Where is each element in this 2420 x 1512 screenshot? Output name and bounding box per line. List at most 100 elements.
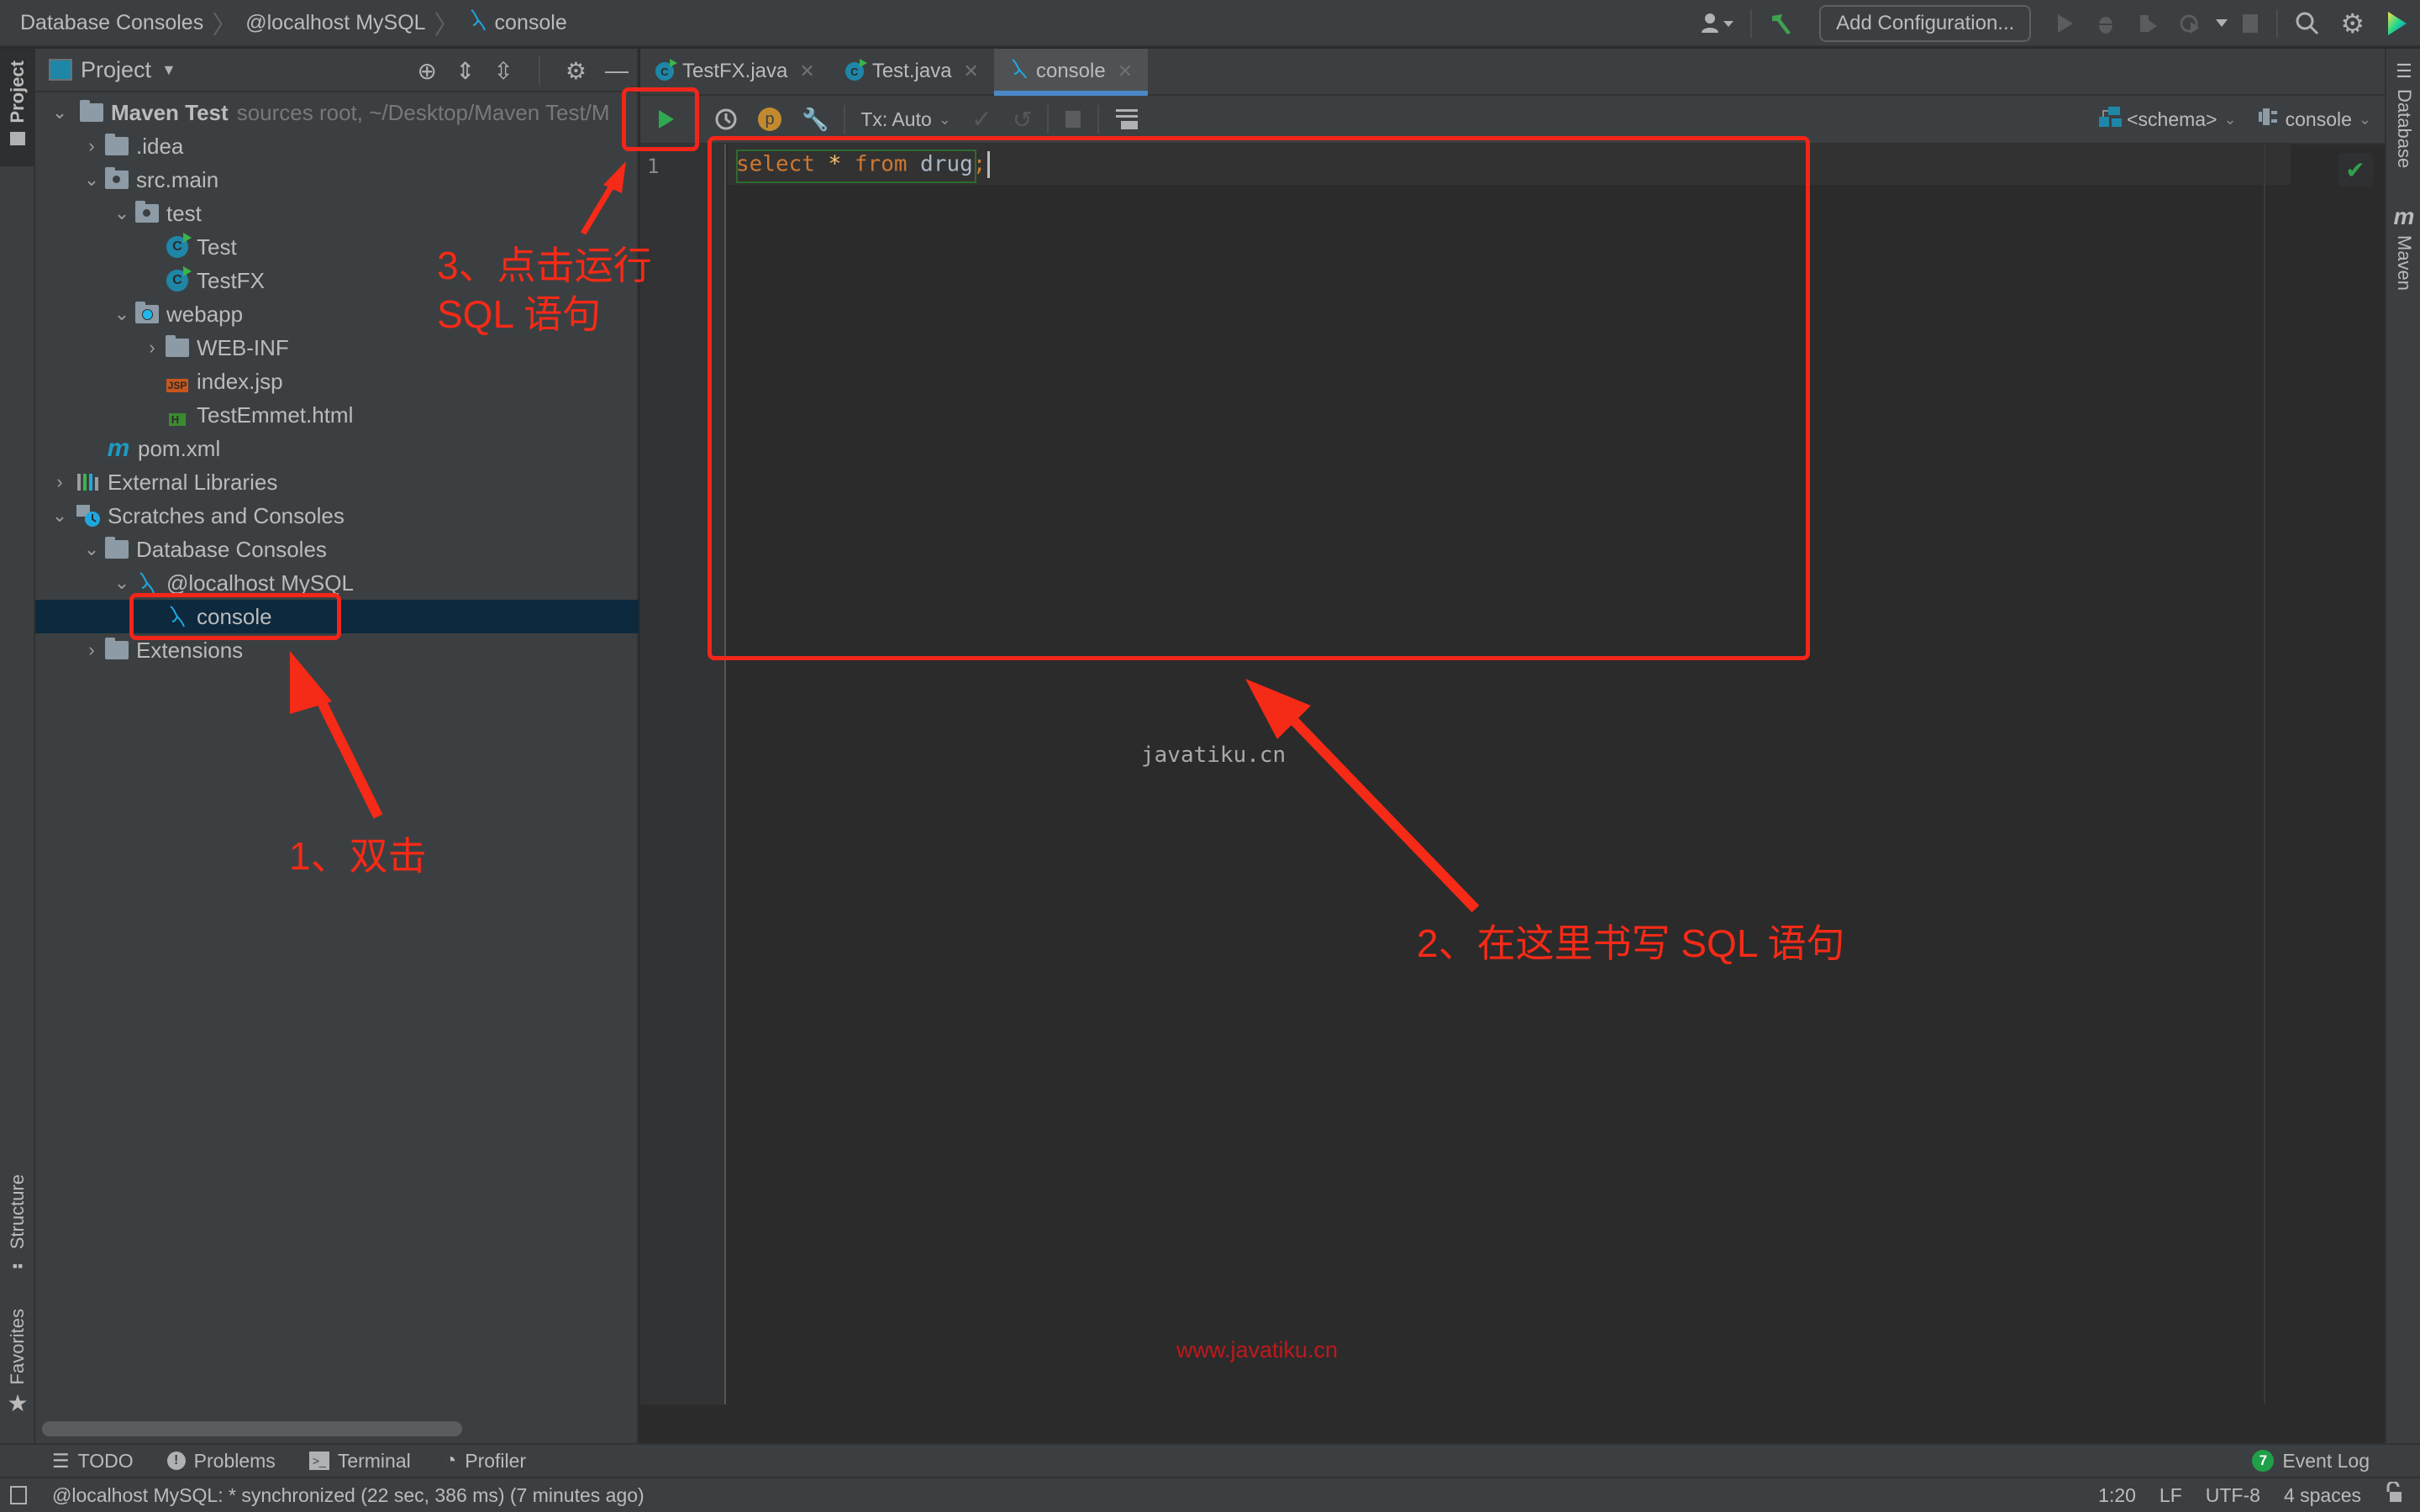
tool-tab-maven[interactable]: m Maven	[2386, 203, 2420, 291]
settings-gear-icon[interactable]: ⚙	[2330, 0, 2375, 47]
more-run-options-icon[interactable]	[2212, 0, 2231, 47]
search-icon[interactable]	[2285, 0, 2330, 47]
tree-item-test-folder[interactable]: ⌄ test	[35, 197, 639, 230]
breadcrumb-database-consoles[interactable]: Database Consoles	[20, 11, 203, 35]
collapse-all-icon[interactable]: ⇳	[493, 57, 513, 85]
chevron-right-icon[interactable]: ›	[79, 639, 104, 661]
tab-console[interactable]: console ✕	[993, 49, 1149, 96]
close-icon[interactable]: ✕	[799, 60, 814, 82]
editor-tabs: C TestFX.java ✕ C Test.java ✕ console ✕	[640, 49, 2385, 96]
separator	[1750, 9, 1753, 38]
breadcrumb-localhost-mysql[interactable]: @localhost MySQL	[245, 11, 425, 35]
separator	[1047, 105, 1050, 134]
close-icon[interactable]: ✕	[964, 60, 979, 82]
indent-settings[interactable]: 4 spaces	[2284, 1484, 2361, 1507]
select-opened-file-icon[interactable]: ⊕	[417, 57, 436, 85]
tree-item-maven-test[interactable]: ⌄ Maven Test sources root, ~/Desktop/Mav…	[35, 96, 639, 129]
chevron-right-icon[interactable]: ›	[139, 337, 165, 359]
tree-item-testemmet-html[interactable]: H TestEmmet.html	[35, 398, 639, 432]
line-separator[interactable]: LF	[2160, 1484, 2182, 1507]
run-icon[interactable]	[2046, 0, 2085, 47]
tree-item-label: Maven Test	[111, 99, 229, 125]
annotation-step3-line2: SQL 语句	[437, 292, 602, 336]
tool-tab-maven-label: Maven	[2394, 235, 2415, 291]
tree-item-idea[interactable]: › .idea	[35, 129, 639, 163]
java-class-icon: C	[844, 59, 867, 81]
chevron-down-icon[interactable]: ⌄	[109, 303, 134, 325]
folder-icon	[10, 131, 25, 145]
chevron-down-icon[interactable]: ⌄	[109, 572, 134, 594]
tool-terminal[interactable]: >_ Terminal	[308, 1450, 411, 1473]
left-tool-window-strip: Project Structure ▪▪ Favorites ★	[0, 49, 35, 1443]
hide-panel-icon[interactable]: —	[605, 57, 629, 84]
horizontal-scrollbar[interactable]	[42, 1421, 462, 1436]
chevron-down-icon[interactable]: ⌄	[47, 505, 72, 527]
annotation-box-run	[622, 87, 699, 151]
chevron-down-icon[interactable]: ⌄	[79, 538, 104, 560]
chevron-down-icon[interactable]: ⌄	[47, 102, 72, 123]
chevron-down-icon[interactable]: ⌄	[79, 169, 104, 191]
tool-problems-label: Problems	[193, 1449, 276, 1472]
vcs-user-icon[interactable]	[1690, 0, 1744, 47]
coverage-icon[interactable]	[2127, 0, 2169, 47]
tree-item-database-consoles[interactable]: ⌄ Database Consoles	[35, 533, 639, 566]
tool-tab-favorites[interactable]: Favorites ★	[0, 1309, 35, 1417]
settings-gear-icon[interactable]: ⚙	[566, 57, 587, 85]
tree-item-scratches[interactable]: ⌄ Scratches and Consoles	[35, 499, 639, 533]
breadcrumb: Database Consoles 〉 @localhost MySQL 〉 c…	[20, 4, 567, 41]
chevron-down-icon[interactable]: ▼	[161, 61, 176, 79]
caret-position[interactable]: 1:20	[2098, 1484, 2136, 1507]
annotation-box-console	[129, 593, 341, 640]
file-encoding[interactable]: UTF-8	[2206, 1484, 2260, 1507]
tab-label: Test.java	[871, 60, 952, 82]
close-icon[interactable]: ✕	[1118, 60, 1133, 82]
tree-item-index-jsp[interactable]: JSP index.jsp	[35, 365, 639, 398]
tab-test-java[interactable]: C Test.java ✕	[830, 49, 994, 94]
watermark-center: javatiku.cn	[1141, 743, 1286, 768]
maven-icon: m	[107, 434, 130, 462]
tree-item-src-main[interactable]: ⌄ src.main	[35, 163, 639, 197]
breadcrumb-separator: 〉	[212, 12, 238, 39]
status-message[interactable]: @localhost MySQL: * synchronized (22 sec…	[52, 1484, 644, 1507]
build-hammer-icon[interactable]	[1759, 0, 1804, 47]
code-with-me-icon[interactable]	[2375, 0, 2420, 47]
tree-item-label: Extensions	[136, 637, 244, 663]
profile-icon[interactable]	[2169, 0, 2212, 47]
star-icon: ★	[7, 1390, 29, 1417]
expand-all-icon[interactable]: ⇕	[455, 57, 475, 85]
debug-icon[interactable]	[2085, 0, 2127, 47]
inspection-ok-check-icon[interactable]: ✔	[2338, 153, 2373, 186]
tree-item-label: pom.xml	[138, 435, 221, 461]
tool-event-log[interactable]: 7 Event Log	[2252, 1450, 2370, 1473]
tool-tab-project[interactable]: Project	[0, 49, 35, 166]
add-configuration-button[interactable]: Add Configuration...	[1819, 5, 2032, 42]
session-selector[interactable]: console ⌄	[2247, 95, 2381, 144]
profiler-icon: ◔	[444, 1449, 457, 1472]
tree-item-hint: sources root, ~/Desktop/Maven Test/M	[236, 99, 610, 125]
tree-item-label: test	[166, 200, 202, 226]
stop-icon[interactable]	[2231, 0, 2270, 47]
tool-todo[interactable]: ☰ TODO	[52, 1450, 134, 1473]
html-file-icon: H	[165, 404, 190, 426]
chevron-right-icon[interactable]: ›	[47, 471, 72, 493]
project-view-icon	[49, 59, 72, 81]
tree-item-label: External Libraries	[108, 469, 278, 495]
toggle-tool-windows-icon[interactable]	[10, 1486, 27, 1504]
tool-tab-project-label: Project	[7, 60, 28, 123]
maven-icon: m	[2393, 203, 2415, 229]
tool-tab-database[interactable]: ☰ Database	[2386, 60, 2420, 168]
tree-item-label: Test	[197, 234, 237, 260]
source-folder-icon	[134, 201, 160, 224]
lock-open-icon[interactable]	[2385, 1480, 2403, 1509]
annotation-step3: 3、点击运行 SQL 语句	[437, 241, 652, 339]
schema-selector[interactable]: <schema> ⌄	[2088, 95, 2247, 144]
chevron-right-icon[interactable]: ›	[79, 135, 104, 157]
project-view-selector[interactable]: Project	[81, 57, 151, 83]
tool-tab-structure[interactable]: Structure ▪▪	[0, 1174, 35, 1275]
tree-item-external-libraries[interactable]: › External Libraries	[35, 465, 639, 499]
tree-item-pom-xml[interactable]: m pom.xml	[35, 432, 639, 465]
tool-problems[interactable]: ! Problems	[166, 1449, 276, 1473]
chevron-down-icon[interactable]: ⌄	[109, 202, 134, 224]
breadcrumb-console[interactable]: console	[495, 11, 567, 35]
tool-profiler[interactable]: ◔ Profiler	[445, 1449, 526, 1473]
